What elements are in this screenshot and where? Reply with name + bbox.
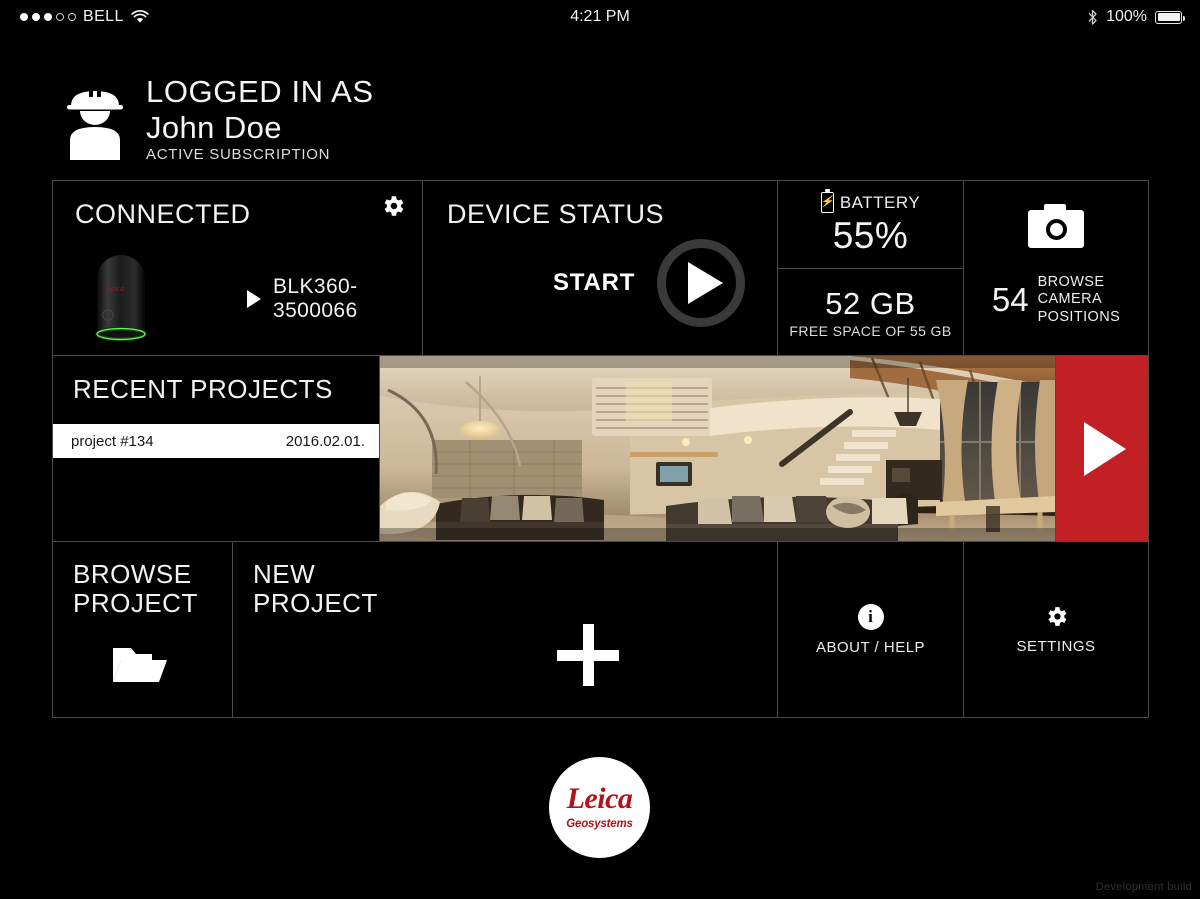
settings-tile[interactable]: SETTINGS: [964, 542, 1149, 718]
logged-in-label: LOGGED IN AS: [146, 74, 374, 109]
battery-charging-icon: ⚡: [820, 189, 834, 213]
about-help-tile[interactable]: i ABOUT / HELP: [778, 542, 964, 718]
camera-positions-label-line1: BROWSE: [1037, 274, 1105, 291]
battery-tile-header: ⚡ BATTERY: [820, 189, 921, 213]
plus-icon[interactable]: [557, 624, 619, 686]
storage-tile: 52 GB FREE SPACE OF 55 GB: [778, 269, 964, 356]
recent-projects-panel: RECENT PROJECTS project #134 2016.02.01.: [52, 356, 380, 542]
browse-camera-positions-tile[interactable]: 54 BROWSE CAMERA POSITIONS: [964, 180, 1149, 356]
new-project-label-line1: NEW: [253, 559, 316, 589]
new-project-label-line2: PROJECT: [253, 588, 378, 619]
play-circle-icon[interactable]: [657, 239, 746, 327]
list-item[interactable]: project #134 2016.02.01.: [53, 424, 379, 458]
start-label: START: [553, 269, 636, 296]
subscription-status: ACTIVE SUBSCRIPTION: [146, 146, 331, 164]
play-triangle-icon: [1084, 421, 1126, 476]
user-text-block: LOGGED IN AS John Doe ACTIVE SUBSCRIPTIO…: [146, 72, 374, 163]
storage-free-sublabel: FREE SPACE OF 55 GB: [789, 322, 952, 339]
status-bar-right: 100%: [1087, 8, 1185, 26]
battery-tile-label: BATTERY: [839, 192, 921, 212]
svg-text:Leica: Leica: [105, 284, 124, 293]
camera-positions-label-line2: CAMERA: [1037, 291, 1103, 308]
app-screen: BELL 4:21 PM 100% LOGGED IN AS John Doe …: [0, 0, 1200, 899]
dashboard-grid: CONNECTED Leica BLK360-3500066 DEVICE ST…: [52, 180, 1149, 718]
new-project-label: NEW PROJECT: [253, 559, 378, 619]
settings-label: SETTINGS: [1016, 638, 1096, 655]
play-triangle-icon: [247, 290, 261, 308]
panorama-thumbnail[interactable]: [380, 356, 1056, 542]
start-viewer-button[interactable]: [1056, 356, 1149, 542]
blk360-scanner-image: Leica: [77, 239, 165, 349]
device-serial-label: BLK360-3500066: [273, 275, 358, 322]
storage-free-value: 52 GB: [825, 285, 916, 321]
browse-project-label-line1: BROWSE: [73, 559, 192, 589]
leica-geosystems-logo: Leica Geosystems: [549, 757, 650, 858]
recent-projects-title: RECENT PROJECTS: [73, 374, 333, 404]
browse-project-tile[interactable]: BROWSE PROJECT: [52, 542, 233, 718]
clock-label: 4:21 PM: [570, 8, 630, 25]
new-project-tile[interactable]: NEW PROJECT: [233, 542, 778, 718]
info-icon: i: [857, 603, 884, 630]
camera-icon: [1028, 204, 1084, 249]
worker-hardhat-icon: [62, 80, 128, 160]
connected-title: CONNECTED: [75, 199, 251, 229]
camera-positions-label-line3: POSITIONS: [1037, 308, 1121, 325]
battery-tile: ⚡ BATTERY 55%: [778, 180, 964, 269]
dashboard-row-2: RECENT PROJECTS project #134 2016.02.01.: [52, 356, 1149, 542]
device-status-title: DEVICE STATUS: [447, 199, 665, 229]
development-build-note: Development build: [1095, 881, 1192, 893]
brand-tagline: Geosystems: [566, 817, 633, 830]
project-name: project #134: [71, 432, 154, 450]
about-help-label: ABOUT / HELP: [815, 638, 926, 656]
brand-name: Leica: [566, 782, 633, 816]
start-scan-control[interactable]: START: [553, 239, 746, 327]
bluetooth-icon: [1087, 9, 1098, 26]
battery-tile-value: 55%: [832, 215, 909, 256]
gear-icon[interactable]: [380, 193, 406, 219]
battery-full-icon: [1155, 10, 1185, 24]
camera-positions-count: 54: [991, 280, 1029, 318]
connected-device-id-row[interactable]: BLK360-3500066: [247, 275, 422, 323]
status-bar: BELL 4:21 PM 100%: [0, 0, 1200, 34]
logged-in-user-block[interactable]: LOGGED IN AS John Doe ACTIVE SUBSCRIPTIO…: [62, 72, 374, 163]
dashboard-row-1: CONNECTED Leica BLK360-3500066 DEVICE ST…: [52, 180, 1149, 356]
dashboard-row-3: BROWSE PROJECT NEW PROJECT i ABOUT / HEL…: [52, 542, 1149, 718]
camera-positions-label: BROWSE CAMERA POSITIONS: [1038, 274, 1121, 325]
gear-icon: [1044, 604, 1069, 629]
battery-percent-label: 100%: [1106, 8, 1147, 25]
connected-device-panel[interactable]: CONNECTED Leica BLK360-3500066: [52, 180, 423, 356]
battery-storage-column: ⚡ BATTERY 55% 52 GB FREE SPACE OF 55 GB: [778, 180, 964, 356]
browse-project-label: BROWSE PROJECT: [73, 559, 198, 619]
project-date: 2016.02.01.: [285, 432, 365, 450]
open-folder-icon: [111, 642, 169, 684]
user-name: John Doe: [146, 109, 282, 145]
browse-project-label-line2: PROJECT: [73, 588, 198, 619]
camera-positions-row: 54 BROWSE CAMERA POSITIONS: [992, 274, 1120, 325]
device-status-panel[interactable]: DEVICE STATUS START: [423, 180, 778, 356]
